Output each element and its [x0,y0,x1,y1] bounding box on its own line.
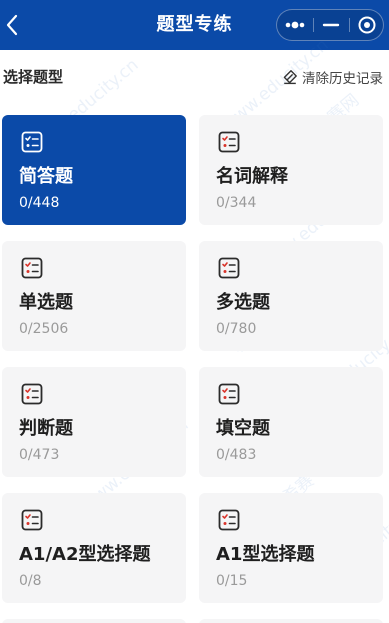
checklist-icon [21,131,43,153]
question-type-card-term-explanation[interactable]: 名词解释 0/344 [199,115,383,225]
checklist-icon [21,257,43,279]
card-progress: 0/2506 [19,321,69,337]
question-type-card-single-choice[interactable]: 单选题 0/2506 [2,241,186,351]
card-title: 名词解释 [216,166,288,187]
question-type-card-fill-blank[interactable]: 填空题 0/483 [199,367,383,477]
close-button[interactable] [349,10,385,40]
checklist-icon [218,131,240,153]
target-close-icon [358,16,376,34]
checklist-icon [218,383,240,405]
card-title: 多选题 [216,292,270,313]
more-button[interactable] [277,10,313,40]
question-type-card-true-false[interactable]: 判断题 0/473 [2,367,186,477]
card-progress: 0/483 [216,447,257,463]
question-type-card-multiple-choice[interactable]: 多选题 0/780 [199,241,383,351]
card-title: 填空题 [216,418,270,439]
card-title: 简答题 [19,166,73,187]
card-progress: 0/473 [19,447,60,463]
top-navigation-bar: 题型专练 [0,0,389,50]
mini-program-capsule [276,9,384,41]
question-type-card-a1-a2-choice[interactable]: A1/A2型选择题 0/8 [2,493,186,603]
checklist-icon [21,383,43,405]
checklist-icon [21,509,43,531]
clear-history-label: 清除历史记录 [302,71,383,87]
question-type-card-short-answer[interactable]: 简答题 0/448 [2,115,186,225]
question-type-card-partial[interactable] [199,619,383,623]
card-progress: 0/344 [216,195,257,211]
card-progress: 0/780 [216,321,257,337]
minimize-button[interactable] [313,10,349,40]
card-title: A1/A2型选择题 [19,544,151,565]
card-title: 单选题 [19,292,73,313]
eraser-icon [283,70,297,85]
question-type-card-partial[interactable] [2,619,186,623]
question-type-card-a1-choice[interactable]: A1型选择题 0/15 [199,493,383,603]
section-title: 选择题型 [3,68,64,86]
checklist-icon [218,257,240,279]
card-title: A1型选择题 [216,544,315,565]
section-header: 选择题型 清除历史记录 [0,50,389,102]
clear-history-button[interactable]: 清除历史记录 [282,66,383,88]
minimize-icon [322,23,340,27]
card-title: 判断题 [19,418,73,439]
checklist-icon [218,509,240,531]
card-progress: 0/8 [19,573,42,589]
more-dots-icon [285,21,305,29]
card-progress: 0/15 [216,573,248,589]
card-progress: 0/448 [19,195,60,211]
